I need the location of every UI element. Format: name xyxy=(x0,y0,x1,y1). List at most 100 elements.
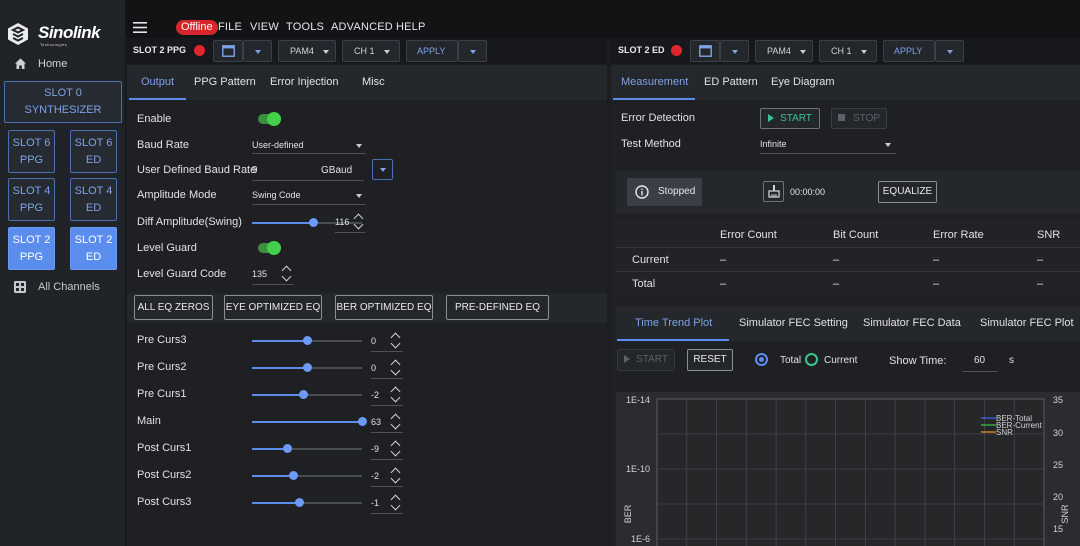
pre-defined-eq-button[interactable]: PRE-DEFINED EQ xyxy=(446,295,549,320)
all-eq-zeros-button[interactable]: ALL EQ ZEROS xyxy=(134,295,213,320)
ed-channel-select[interactable]: CH 1 xyxy=(819,40,877,62)
slider-thumb[interactable] xyxy=(303,363,312,372)
equalize-button[interactable]: EQUALIZE xyxy=(878,181,937,203)
ppg-modulation-select[interactable]: PAM4 xyxy=(278,40,336,62)
chevron-down-icon[interactable] xyxy=(390,365,401,376)
tab-simulator-fec-data[interactable]: Simulator FEC Data xyxy=(863,317,961,329)
tap-slider[interactable] xyxy=(252,390,362,403)
ed-modulation-select[interactable]: PAM4 xyxy=(755,40,813,62)
hamburger-menu-icon[interactable] xyxy=(133,22,147,33)
user-baud-input[interactable]: 9 xyxy=(252,165,258,176)
chevron-down-icon[interactable] xyxy=(390,473,401,484)
menu-view[interactable]: VIEW xyxy=(250,21,279,33)
sidebar-item-home[interactable]: Home xyxy=(0,52,126,76)
tab-misc[interactable]: Misc xyxy=(362,76,385,88)
plot-start-button[interactable]: START xyxy=(617,349,675,371)
slider-thumb[interactable] xyxy=(358,417,367,426)
tab-ppg-pattern[interactable]: PPG Pattern xyxy=(194,76,256,88)
tab-measurement[interactable]: Measurement xyxy=(621,76,688,88)
tap-value[interactable]: 63 xyxy=(371,417,381,427)
diff-amplitude-value[interactable]: 116 xyxy=(335,217,349,227)
tap-value[interactable]: 0 xyxy=(371,336,376,346)
tap-stepper[interactable] xyxy=(390,466,401,486)
ed-window-dropdown[interactable] xyxy=(720,40,749,62)
ppg-window-button[interactable] xyxy=(213,40,243,62)
enable-toggle[interactable] xyxy=(258,112,281,126)
plot-reset-button[interactable]: RESET xyxy=(687,349,733,371)
tap-slider[interactable] xyxy=(252,498,362,511)
slider-thumb[interactable] xyxy=(283,444,292,453)
chevron-down-icon[interactable] xyxy=(390,446,401,457)
sidebar-item-slot2-ppg[interactable]: SLOT 2 PPG xyxy=(8,227,55,270)
timer-reset-button[interactable] xyxy=(763,181,784,202)
menu-advanced[interactable]: ADVANCED xyxy=(331,21,393,33)
tap-value[interactable]: -1 xyxy=(371,498,379,508)
tap-stepper[interactable] xyxy=(390,331,401,351)
tab-error-injection[interactable]: Error Injection xyxy=(270,76,338,88)
ed-apply-dropdown[interactable] xyxy=(935,40,964,62)
chevron-down-icon[interactable] xyxy=(281,271,292,282)
tap-slider[interactable] xyxy=(252,471,362,484)
level-guard-code-input[interactable]: 135 xyxy=(252,269,267,279)
start-detection-button[interactable]: START xyxy=(760,108,820,129)
chevron-down-icon[interactable] xyxy=(353,219,364,230)
tap-value[interactable]: -9 xyxy=(371,444,379,454)
tap-slider[interactable] xyxy=(252,444,362,457)
test-method-select[interactable]: Infinite xyxy=(760,139,787,149)
slider-thumb[interactable] xyxy=(303,336,312,345)
tab-simulator-fec-plot[interactable]: Simulator FEC Plot xyxy=(980,317,1074,329)
tap-stepper[interactable] xyxy=(390,385,401,405)
menu-file[interactable]: FILE xyxy=(218,21,242,33)
menu-tools[interactable]: TOOLS xyxy=(286,21,324,33)
tap-stepper[interactable] xyxy=(390,439,401,459)
tap-slider[interactable] xyxy=(252,363,362,376)
level-guard-toggle[interactable] xyxy=(258,241,281,255)
slider-thumb[interactable] xyxy=(289,471,298,480)
menu-help[interactable]: HELP xyxy=(396,21,426,33)
tab-time-trend-plot[interactable]: Time Trend Plot xyxy=(635,317,712,329)
chevron-down-icon[interactable] xyxy=(390,338,401,349)
level-guard-code-stepper[interactable] xyxy=(281,264,292,284)
tap-stepper[interactable] xyxy=(390,358,401,378)
tap-slider[interactable] xyxy=(252,417,367,430)
sidebar-item-slot4-ed[interactable]: SLOT 4 ED xyxy=(70,178,117,221)
tab-ed-pattern[interactable]: ED Pattern xyxy=(704,76,758,88)
slider-thumb[interactable] xyxy=(309,218,318,227)
diff-amplitude-stepper[interactable] xyxy=(353,212,364,232)
tap-value[interactable]: 0 xyxy=(371,363,376,373)
sidebar-item-slot0-synthesizer[interactable]: SLOT 0 SYNTHESIZER xyxy=(4,81,122,123)
chevron-down-icon[interactable] xyxy=(390,392,401,403)
sidebar-item-slot2-ed[interactable]: SLOT 2 ED xyxy=(70,227,117,270)
baud-rate-select[interactable]: User-defined xyxy=(252,140,304,150)
ppg-apply-button[interactable]: APPLY xyxy=(406,40,458,62)
eye-optimized-eq-button[interactable]: EYE OPTIMIZED EQ xyxy=(224,295,322,320)
show-time-input[interactable]: 60 xyxy=(974,355,985,366)
amplitude-mode-select[interactable]: Swing Code xyxy=(252,190,301,200)
tab-simulator-fec-setting[interactable]: Simulator FEC Setting xyxy=(739,317,848,329)
ed-apply-button[interactable]: APPLY xyxy=(883,40,935,62)
sidebar-item-all-channels[interactable]: All Channels xyxy=(12,280,122,296)
tap-value[interactable]: -2 xyxy=(371,471,379,481)
slider-thumb[interactable] xyxy=(295,498,304,507)
stop-detection-button[interactable]: STOP xyxy=(831,108,887,129)
slider-thumb[interactable] xyxy=(299,390,308,399)
ppg-window-dropdown[interactable] xyxy=(243,40,272,62)
sidebar-item-slot6-ed[interactable]: SLOT 6 ED xyxy=(70,130,117,173)
ppg-apply-dropdown[interactable] xyxy=(458,40,487,62)
tab-eye-diagram[interactable]: Eye Diagram xyxy=(771,76,835,88)
tap-stepper[interactable] xyxy=(390,412,401,432)
tap-value[interactable]: -2 xyxy=(371,390,379,400)
tab-output[interactable]: Output xyxy=(141,76,174,88)
ed-window-button[interactable] xyxy=(690,40,720,62)
ppg-channel-select[interactable]: CH 1 xyxy=(342,40,400,62)
chevron-down-icon[interactable] xyxy=(390,419,401,430)
tap-slider[interactable] xyxy=(252,336,362,349)
sidebar-item-slot6-ppg[interactable]: SLOT 6 PPG xyxy=(8,130,55,173)
chevron-down-icon[interactable] xyxy=(390,500,401,511)
radio-total[interactable] xyxy=(755,353,768,366)
radio-current[interactable] xyxy=(805,353,818,366)
tap-stepper[interactable] xyxy=(390,493,401,513)
baud-rate-more-button[interactable] xyxy=(372,159,393,180)
sidebar-item-slot4-ppg[interactable]: SLOT 4 PPG xyxy=(8,178,55,221)
ber-optimized-eq-button[interactable]: BER OPTIMIZED EQ xyxy=(335,295,433,320)
